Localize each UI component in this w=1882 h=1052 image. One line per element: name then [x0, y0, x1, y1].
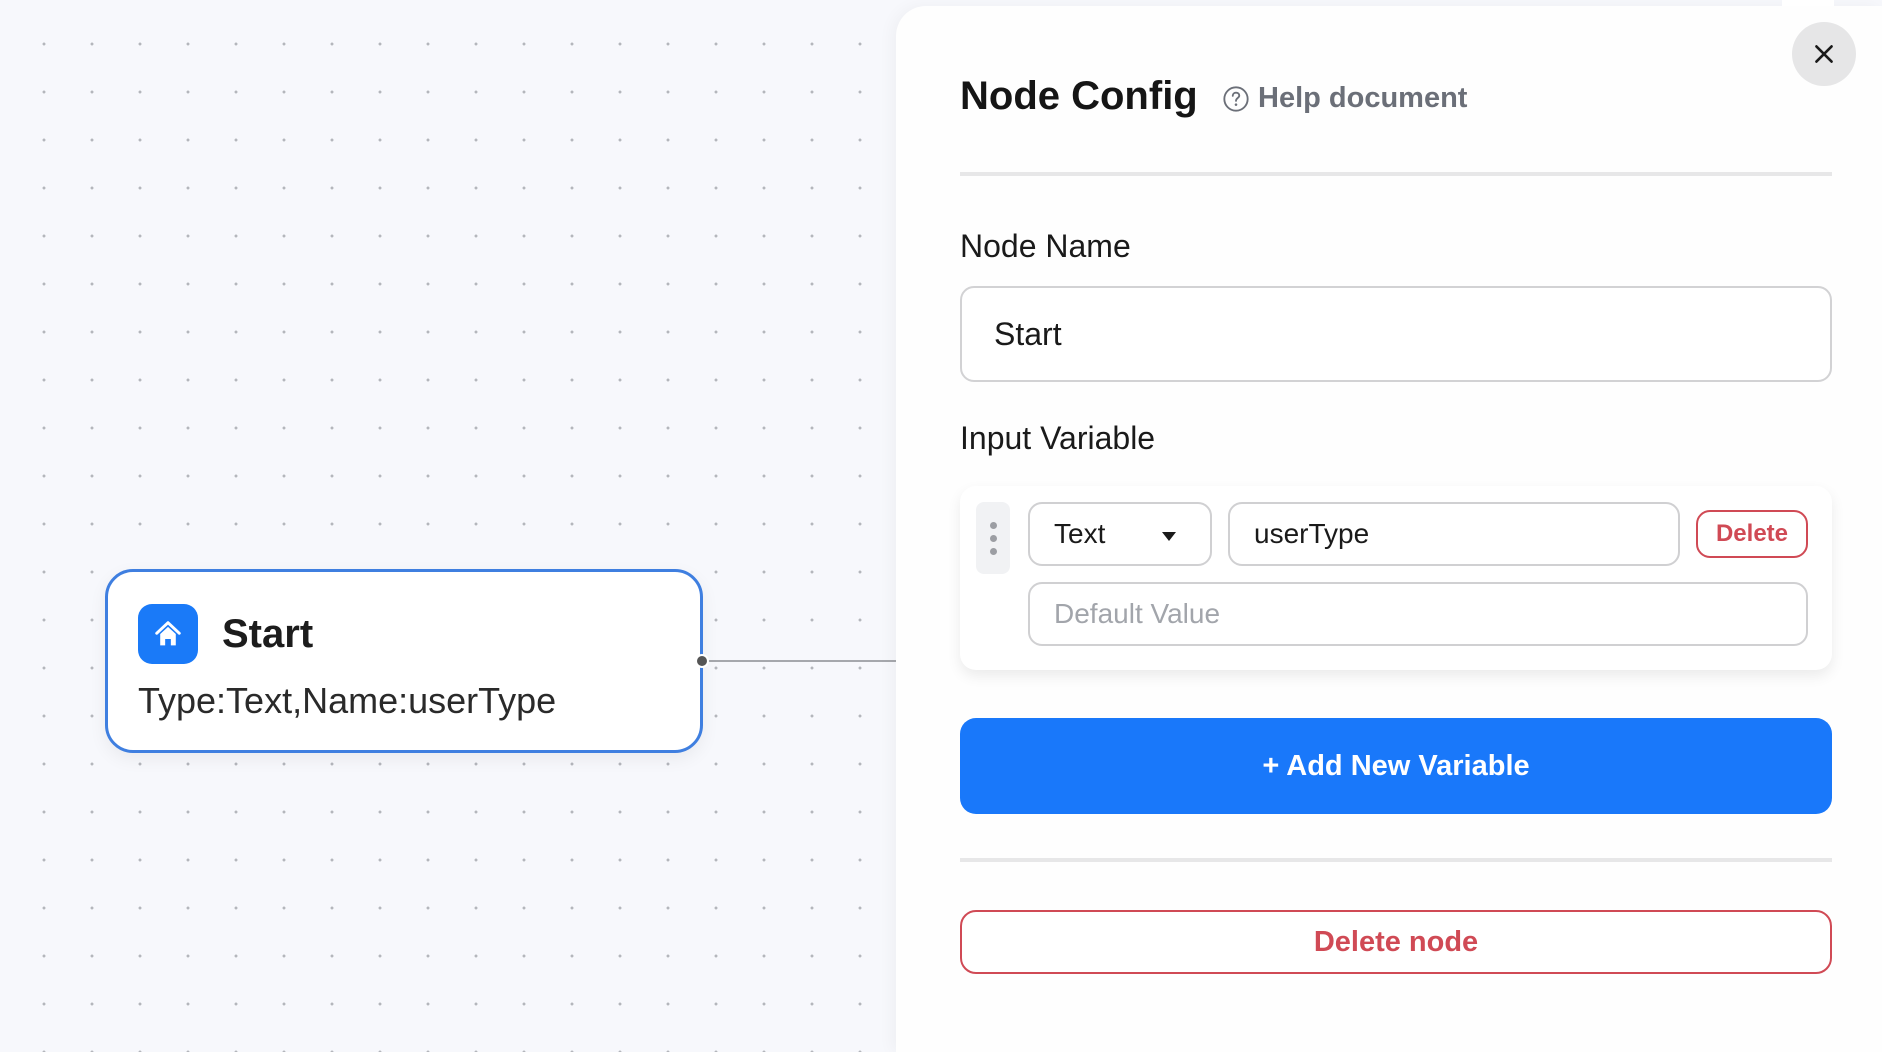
panel-top-strip	[1782, 0, 1834, 6]
node-title: Start	[222, 612, 314, 656]
variable-card: Text Delete	[960, 486, 1832, 670]
drag-handle-icon[interactable]	[976, 502, 1010, 574]
question-circle-icon	[1223, 85, 1249, 112]
caret-down-icon	[1162, 532, 1176, 541]
node-output-handle[interactable]	[695, 654, 709, 668]
variable-type-value: Text	[1054, 518, 1106, 549]
close-button[interactable]	[1792, 22, 1856, 86]
delete-node-button[interactable]: Delete node	[960, 910, 1832, 974]
footer-divider	[960, 858, 1832, 862]
variable-type-select[interactable]: Text	[1028, 502, 1212, 566]
header-divider	[960, 172, 1832, 176]
delete-variable-button[interactable]: Delete	[1696, 510, 1808, 558]
close-icon	[1815, 45, 1833, 63]
connection-edge[interactable]	[704, 660, 904, 662]
help-document-link[interactable]: Help document	[1222, 82, 1467, 115]
node-name-input[interactable]	[960, 286, 1832, 382]
panel-title: Node Config	[960, 74, 1198, 118]
default-value-input[interactable]	[1028, 582, 1808, 646]
help-document-label: Help document	[1258, 82, 1468, 114]
node-name-label: Node Name	[960, 228, 1131, 264]
node-description: Type:Text,Name:userType	[138, 680, 557, 721]
workflow-canvas[interactable]: Start Type:Text,Name:userType	[0, 0, 904, 1052]
home-icon	[138, 604, 198, 664]
variable-name-input[interactable]	[1228, 502, 1680, 566]
input-variable-label: Input Variable	[960, 420, 1156, 456]
start-node[interactable]: Start Type:Text,Name:userType	[105, 569, 703, 753]
add-new-variable-button[interactable]: + Add New Variable	[960, 718, 1832, 814]
